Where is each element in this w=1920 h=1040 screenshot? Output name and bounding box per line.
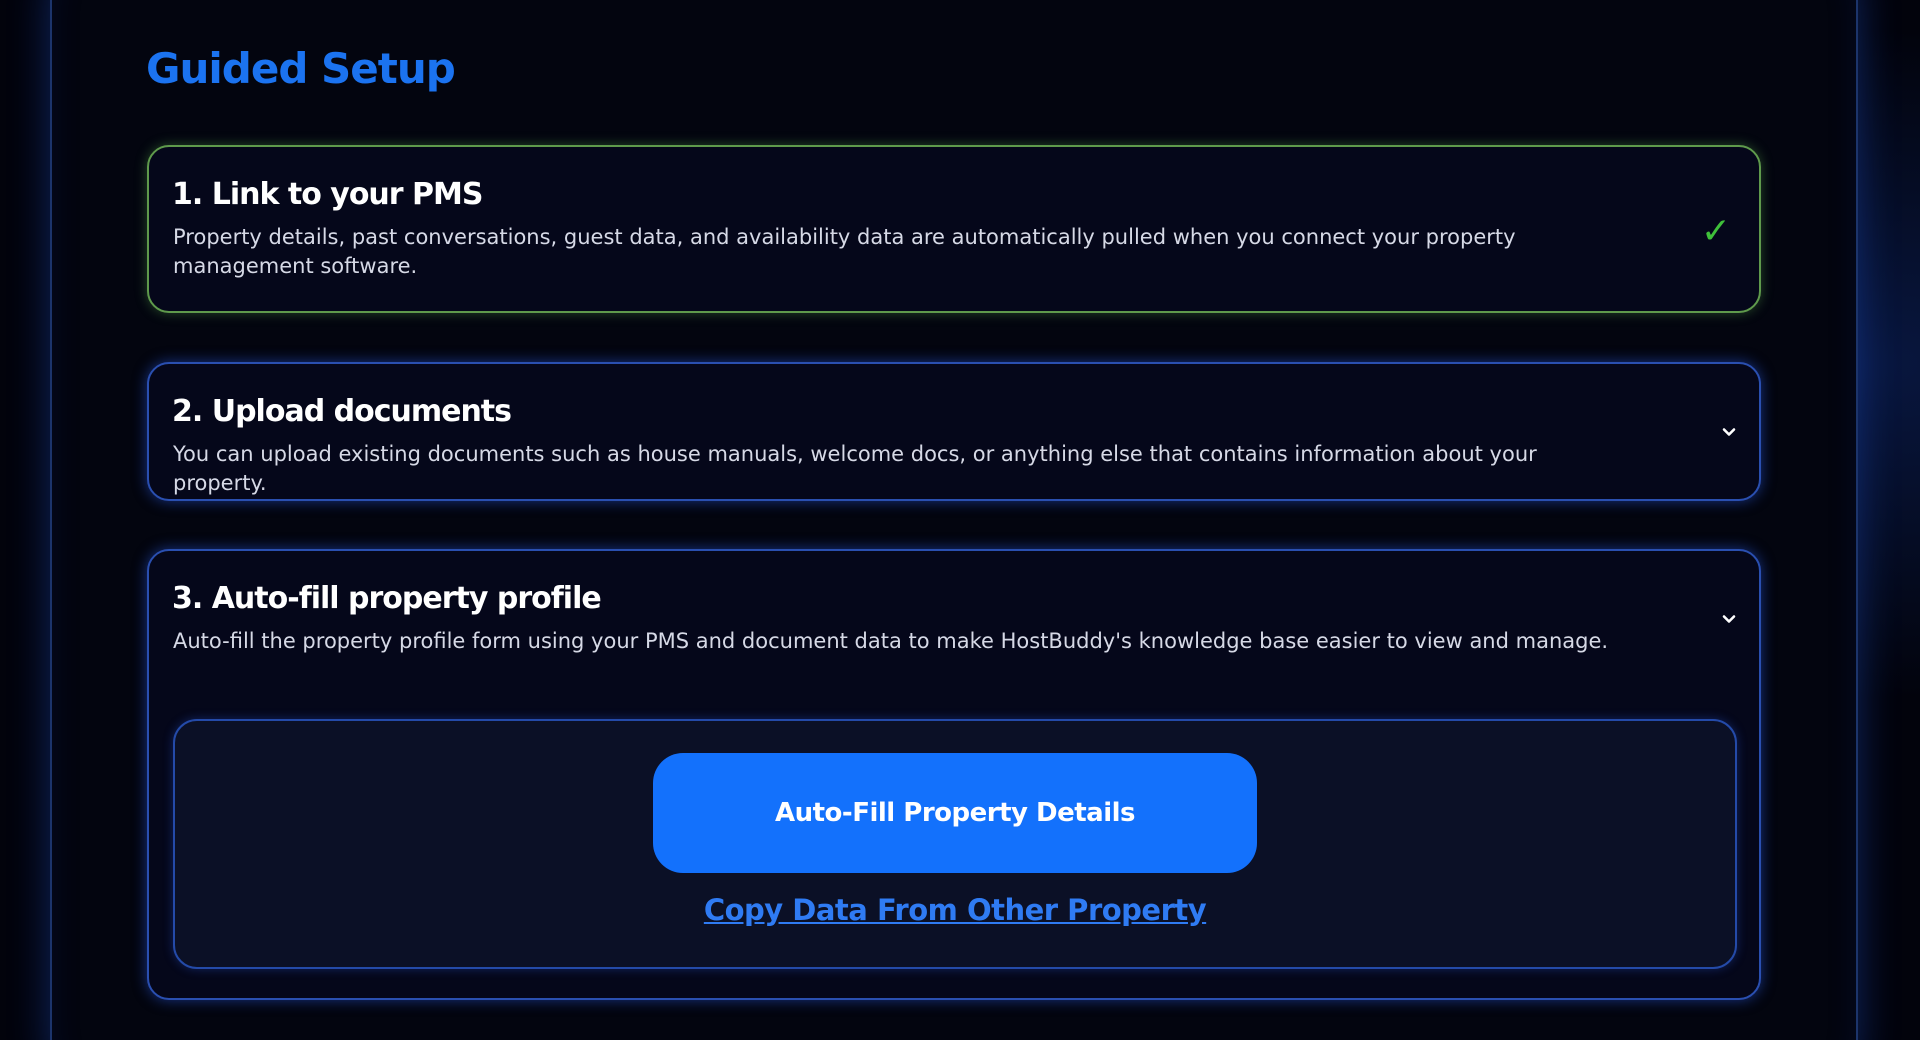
page: Guided Setup 1. Link to your PMS Propert… <box>0 0 1920 1040</box>
chevron-down-icon[interactable] <box>1721 611 1737 627</box>
auto-fill-actions-box: Auto-Fill Property Details Copy Data Fro… <box>173 719 1737 969</box>
step-title: 2. Upload documents <box>172 394 512 429</box>
chevron-down-icon[interactable] <box>1721 424 1737 440</box>
step-card-upload-documents[interactable]: 2. Upload documents You can upload exist… <box>147 362 1761 501</box>
copy-data-from-other-property-link[interactable]: Copy Data From Other Property <box>175 893 1735 927</box>
step-card-auto-fill-profile: 3. Auto-fill property profile Auto-fill … <box>147 549 1761 1000</box>
step-description: You can upload existing documents such a… <box>173 442 1537 495</box>
step-title: 3. Auto-fill property profile <box>172 581 602 616</box>
auto-fill-property-details-button[interactable]: Auto-Fill Property Details <box>653 753 1257 873</box>
step-description: Auto-fill the property profile form usin… <box>173 629 1609 653</box>
check-icon: ✓ <box>1700 211 1731 252</box>
step-description: Property details, past conversations, gu… <box>173 225 1516 278</box>
step-card-link-pms[interactable]: 1. Link to your PMS Property details, pa… <box>147 145 1761 313</box>
step-title: 1. Link to your PMS <box>172 177 483 212</box>
page-title: Guided Setup <box>146 44 456 93</box>
